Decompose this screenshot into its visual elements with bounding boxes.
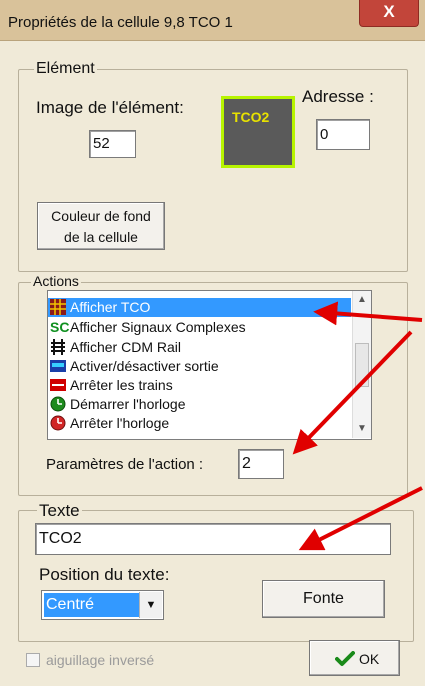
image-number-input[interactable]: 52 xyxy=(89,130,136,158)
list-item[interactable]: Démarrer l'horloge xyxy=(48,395,351,414)
text-legend: Texte xyxy=(37,501,82,521)
bg-button-line2: de la cellule xyxy=(64,229,138,245)
scroll-up-icon[interactable]: ▲ xyxy=(353,291,371,309)
scroll-down-icon[interactable]: ▼ xyxy=(353,420,371,438)
clock-green-icon xyxy=(50,396,66,412)
list-item-label: Afficher Signaux Complexes xyxy=(70,319,246,335)
position-selected-value: Centré xyxy=(44,593,140,617)
stop-icon xyxy=(50,379,66,391)
list-item-label: Afficher CDM Rail xyxy=(70,339,181,355)
list-item[interactable]: Afficher CDM Rail xyxy=(48,338,351,357)
chevron-down-icon[interactable]: ▼ xyxy=(139,592,162,618)
param-input[interactable]: 2 xyxy=(238,449,284,479)
preview-text: TCO2 xyxy=(232,109,270,125)
reverse-switch-checkbox[interactable] xyxy=(26,653,40,667)
text-input[interactable]: TCO2 xyxy=(35,523,391,555)
dialog-window: Propriétés de la cellule 9,8 TCO 1 X Elé… xyxy=(0,0,425,686)
position-label: Position du texte: xyxy=(39,565,170,584)
list-item-label: Démarrer l'horloge xyxy=(70,396,186,412)
actions-scrollbar[interactable]: ▲ ▼ xyxy=(352,291,371,438)
grid-icon xyxy=(50,299,66,315)
background-color-button[interactable]: Couleur de fond de la cellule xyxy=(37,202,165,250)
list-item-label: Activer/désactiver sortie xyxy=(70,358,219,374)
output-icon xyxy=(50,360,66,372)
bg-button-line1: Couleur de fond xyxy=(51,208,151,224)
rail-icon xyxy=(51,339,65,355)
list-item-label: Afficher TCO xyxy=(70,299,151,315)
address-label: Adresse : xyxy=(302,87,374,106)
actions-legend: Actions xyxy=(31,273,81,289)
ok-label: OK xyxy=(359,651,380,667)
image-label: Image de l'élément: xyxy=(36,98,184,117)
list-item[interactable]: Activer/désactiver sortie xyxy=(48,357,351,376)
title-bar: Propriétés de la cellule 9,8 TCO 1 X xyxy=(0,0,425,41)
list-item-label: Arrêter les trains xyxy=(70,377,173,393)
check-icon xyxy=(335,651,355,666)
window-title: Propriétés de la cellule 9,8 TCO 1 xyxy=(8,14,233,31)
actions-listbox[interactable]: Afficher TCO SC Afficher Signaux Complex… xyxy=(47,290,372,440)
ok-button[interactable]: OK xyxy=(309,640,400,676)
close-button[interactable]: X xyxy=(359,0,419,27)
element-image-preview[interactable]: TCO2 xyxy=(221,96,295,168)
list-item[interactable]: Arrêter l'horloge xyxy=(48,414,351,433)
list-item[interactable]: Afficher TCO xyxy=(48,298,351,317)
list-item[interactable]: SC Afficher Signaux Complexes xyxy=(48,318,351,337)
position-select[interactable]: Centré ▼ xyxy=(41,590,164,620)
sc-icon: SC xyxy=(50,319,70,335)
element-legend: Elément xyxy=(34,60,97,78)
address-input[interactable]: 0 xyxy=(316,119,370,150)
list-item-label: Arrêter l'horloge xyxy=(70,415,170,431)
checkbox-label: aiguillage inversé xyxy=(46,652,155,668)
clock-red-icon xyxy=(50,415,66,431)
list-item[interactable]: Arrêter les trains xyxy=(48,376,351,395)
param-label: Paramètres de l'action : xyxy=(46,456,204,473)
scroll-thumb[interactable] xyxy=(355,343,369,387)
font-button[interactable]: Fonte xyxy=(262,580,385,618)
